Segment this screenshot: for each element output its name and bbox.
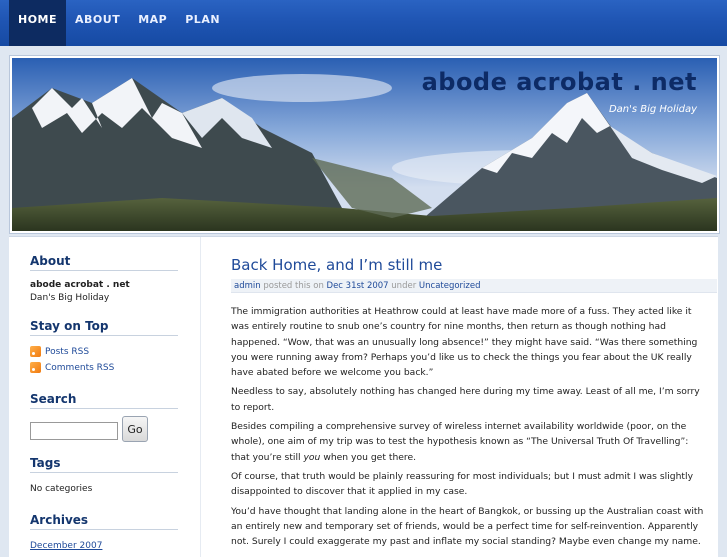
archive-link-december-2007[interactable]: December 2007: [30, 541, 102, 551]
tags-empty-text: No categories: [30, 484, 93, 494]
posts-rss-row[interactable]: Posts RSS: [30, 346, 89, 357]
search-input[interactable]: [30, 422, 118, 440]
site-title[interactable]: abode acrobat . net: [422, 68, 697, 96]
site-tagline: Dan's Big Holiday: [608, 104, 697, 115]
post-meta-under-text: under: [391, 281, 417, 291]
post-paragraph: The immigration authorities at Heathrow …: [231, 306, 698, 379]
sidebar: About abode acrobat . net Dan's Big Holi…: [9, 237, 200, 557]
nav-plan[interactable]: PLAN: [176, 0, 229, 46]
stay-on-top-title: Stay on Top: [30, 319, 178, 336]
comments-rss-link[interactable]: Comments RSS: [45, 363, 114, 373]
post-paragraph: You’d have thought that landing alone in…: [231, 505, 704, 548]
search-widget-title: Search: [30, 392, 178, 409]
main-nav: HOME ABOUT MAP PLAN: [9, 0, 229, 46]
search-go-button[interactable]: Go: [122, 416, 148, 442]
about-widget-title: About: [30, 254, 178, 271]
post-meta: admin posted this on Dec 31st 2007 under…: [231, 279, 717, 293]
post-date-link[interactable]: Dec 31st 2007: [327, 281, 389, 291]
post-paragraph: Needless to say, absolutely nothing has …: [231, 386, 700, 413]
rss-icon: [30, 346, 41, 357]
post-meta-posted-text: posted this on: [263, 281, 324, 291]
sidebar-divider: [200, 237, 201, 557]
post-paragraph: Of course, that truth would be plainly r…: [231, 470, 694, 498]
about-tagline: Dan's Big Holiday: [30, 293, 110, 303]
top-nav-bar: HOME ABOUT MAP PLAN: [0, 0, 727, 46]
nav-map[interactable]: MAP: [129, 0, 176, 46]
comments-rss-row[interactable]: Comments RSS: [30, 362, 114, 373]
nav-about[interactable]: ABOUT: [66, 0, 129, 46]
post-body: The immigration authorities at Heathrow …: [231, 304, 709, 553]
post-paragraph-text: when you get there.: [323, 451, 417, 463]
tags-widget-title: Tags: [30, 456, 178, 473]
post-paragraph-text: Besides compiling a comprehensive survey…: [231, 421, 689, 463]
post-title[interactable]: Back Home, and I’m still me: [231, 256, 442, 274]
nav-home[interactable]: HOME: [9, 0, 67, 46]
content-panel: About abode acrobat . net Dan's Big Holi…: [9, 236, 718, 557]
post-paragraph: Besides compiling a comprehensive survey…: [231, 419, 709, 465]
archives-widget-title: Archives: [30, 513, 178, 530]
about-site-name: abode acrobat . net: [30, 280, 130, 290]
rss-icon: [30, 362, 41, 373]
posts-rss-link[interactable]: Posts RSS: [45, 347, 89, 357]
post-author-link[interactable]: admin: [234, 281, 261, 291]
header-banner-frame: abode acrobat . net Dan's Big Holiday: [9, 55, 720, 234]
header-banner: abode acrobat . net Dan's Big Holiday: [12, 58, 717, 231]
post-paragraph-emphasis: you: [303, 451, 321, 463]
post-category-link[interactable]: Uncategorized: [419, 281, 481, 291]
